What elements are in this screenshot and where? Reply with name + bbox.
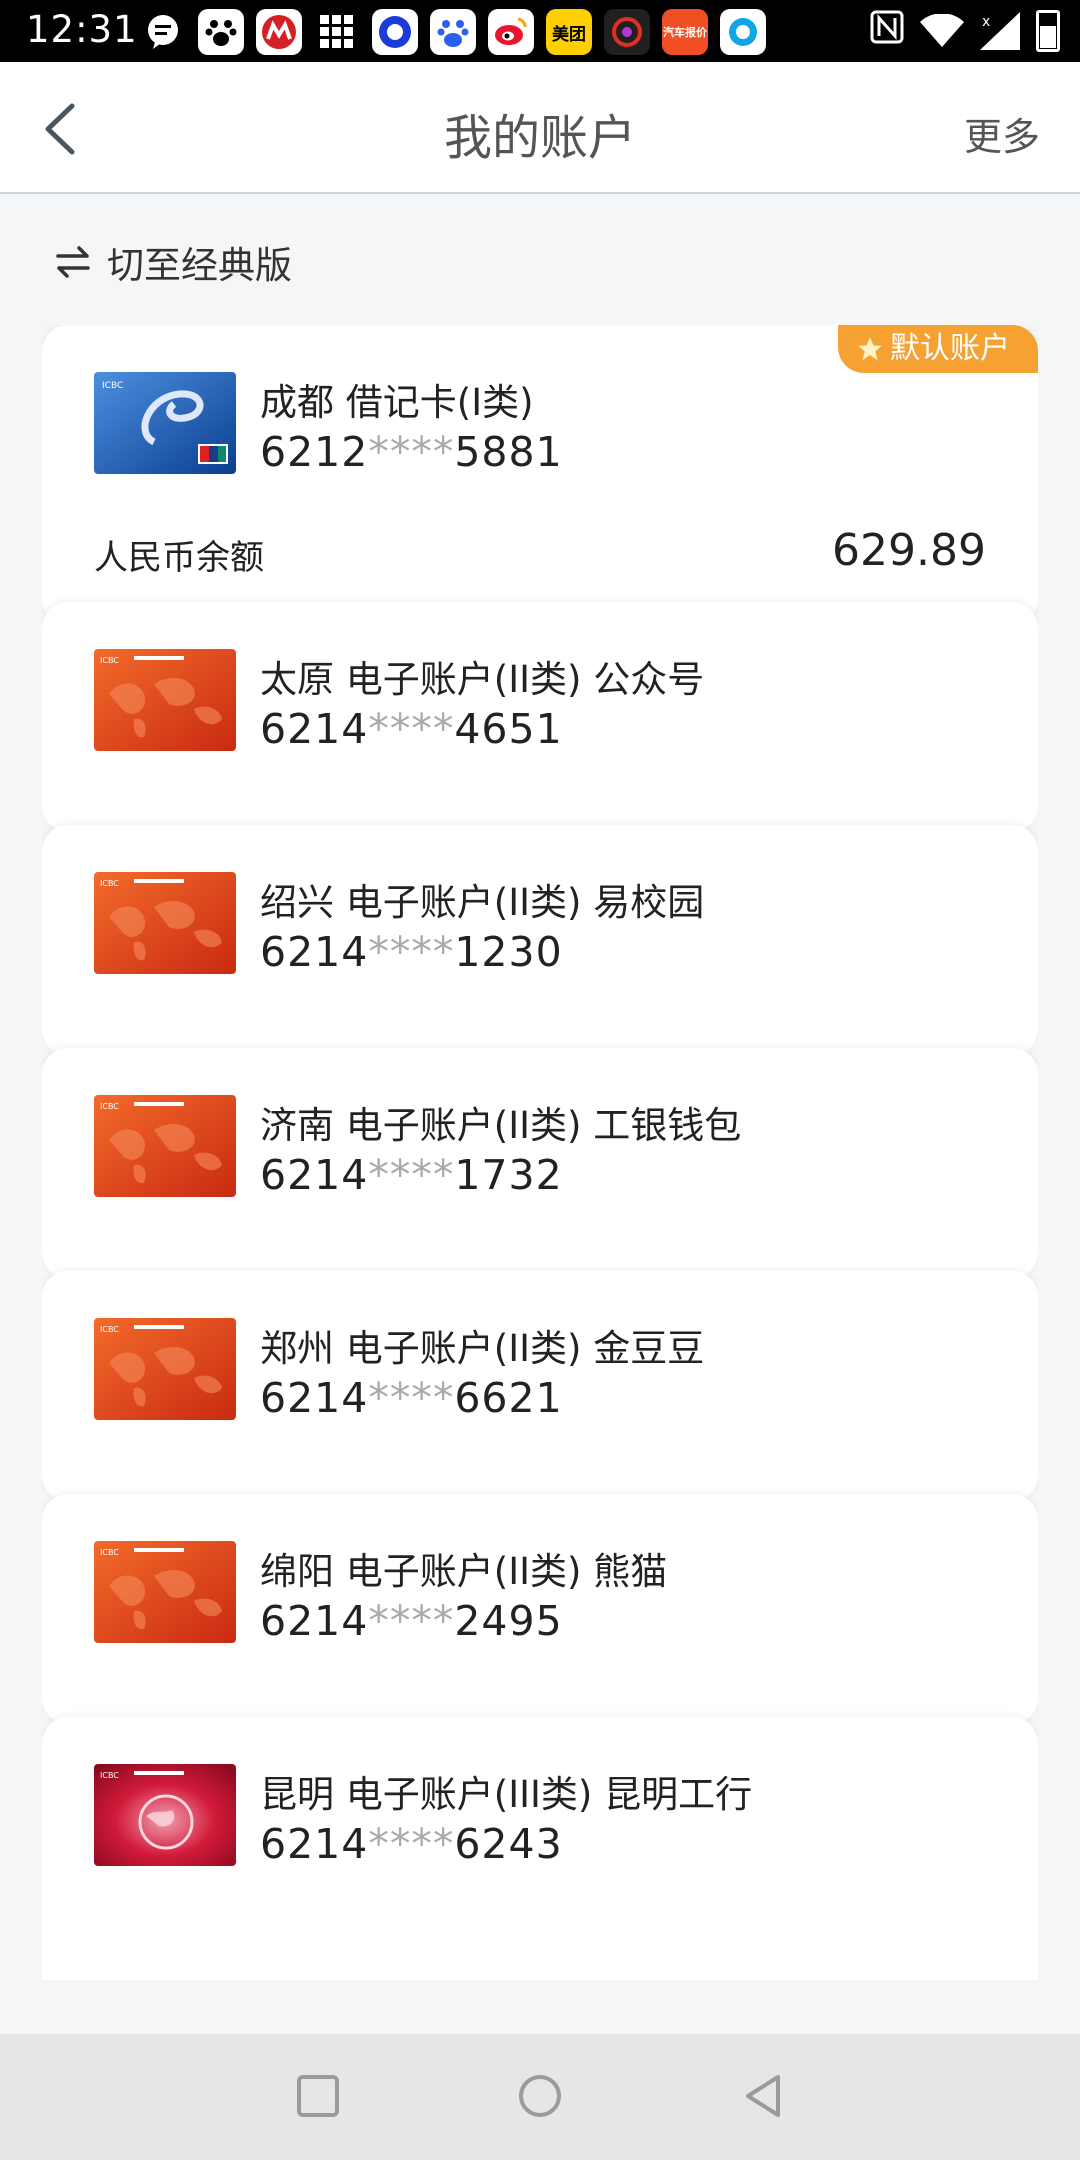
account-number-prefix: 6214 — [260, 1820, 369, 1868]
account-number-suffix: 2495 — [454, 1597, 563, 1645]
system-nav-bar — [0, 2034, 1080, 2160]
account-number-prefix: 6214 — [260, 1374, 369, 1422]
account-number-suffix: 6621 — [454, 1374, 563, 1422]
e-account-card-image: ICBC — [94, 1095, 236, 1197]
e-account-card-image: ICBC — [94, 872, 236, 974]
debit-card-image: ICBC — [94, 372, 236, 474]
account-number-mask: **** — [368, 1151, 455, 1199]
account-number: 6214****1230 — [260, 928, 563, 976]
weibo-icon — [488, 9, 534, 55]
signal-icon: x — [980, 12, 1020, 50]
svg-text:ICBC: ICBC — [100, 1102, 119, 1111]
star-icon — [858, 337, 882, 361]
e-account-card-image: ICBC — [94, 649, 236, 751]
header-bar: 我的账户 更多 — [0, 62, 1080, 194]
account-number-suffix: 5881 — [454, 428, 563, 476]
message-icon — [140, 9, 186, 55]
grid-apps-icon — [314, 9, 360, 55]
notification-icons: 美团 汽车报价 — [140, 9, 766, 55]
svg-text:ICBC: ICBC — [102, 381, 123, 391]
account-card[interactable]: ICBC 太原 电子账户(II类) 公众号 6214****4651 — [42, 602, 1038, 832]
account-name: 太原 电子账户(II类) 公众号 — [260, 658, 705, 701]
more-button[interactable]: 更多 — [964, 106, 1040, 161]
meituan-icon: 美团 — [546, 9, 592, 55]
account-number-mask: **** — [368, 428, 455, 476]
status-bar: 12:31 美团 汽车报价 x — [0, 0, 1080, 62]
account-card[interactable]: ICBC 绍兴 电子账户(II类) 易校园 6214****1230 — [42, 825, 1038, 1055]
account-number-mask: **** — [368, 1374, 455, 1422]
account-number: 6212****5881 — [260, 428, 563, 476]
cmb-icon — [256, 9, 302, 55]
circle-app-icon — [372, 9, 418, 55]
account-name: 昆明 电子账户(III类) 昆明工行 — [260, 1773, 753, 1816]
car-report-icon: 汽车报价 — [662, 9, 708, 55]
account-number: 6214****6621 — [260, 1374, 563, 1422]
account-list: 默认账户 ICBC 成都 借记卡(I类) 6212****5881 人民币余额 … — [42, 325, 1038, 1980]
account-number-prefix: 6212 — [260, 428, 369, 476]
account-number-prefix: 6214 — [260, 705, 369, 753]
balance-label: 人民币余额 — [94, 538, 264, 578]
switch-classic-label: 切至经典版 — [107, 244, 292, 287]
status-time: 12:31 — [26, 8, 138, 51]
account-number: 6214****2495 — [260, 1597, 563, 1645]
account-card[interactable]: ICBC 郑州 电子账户(II类) 金豆豆 6214****6621 — [42, 1271, 1038, 1501]
e-account-card-image: ICBC — [94, 1318, 236, 1420]
account-name: 济南 电子账户(II类) 工银钱包 — [260, 1104, 742, 1147]
account-number: 6214****4651 — [260, 705, 563, 753]
system-status-icons: x — [870, 8, 1060, 54]
pinduoduo-icon — [604, 9, 650, 55]
account-card[interactable]: ICBC 济南 电子账户(II类) 工银钱包 6214****1732 — [42, 1048, 1038, 1278]
home-icon[interactable] — [514, 2070, 566, 2122]
recent-apps-icon[interactable] — [292, 2070, 344, 2122]
e-account-card-image: ICBC — [94, 1764, 236, 1866]
svg-text:ICBC: ICBC — [100, 656, 119, 665]
default-account-badge: 默认账户 — [838, 325, 1038, 373]
bottom-spacer — [0, 1980, 1080, 2034]
account-card[interactable]: 默认账户 ICBC 成都 借记卡(I类) 6212****5881 人民币余额 … — [42, 325, 1038, 625]
account-number: 6214****1732 — [260, 1151, 563, 1199]
account-card[interactable]: ICBC 昆明 电子账户(III类) 昆明工行 6214****6243 — [42, 1717, 1038, 1980]
back-triangle-icon[interactable] — [738, 2070, 790, 2122]
nfc-icon — [870, 10, 904, 52]
switch-classic-button[interactable]: 切至经典版 — [55, 232, 292, 292]
balance-value: 629.89 — [832, 525, 986, 576]
account-number: 6214****6243 — [260, 1820, 563, 1868]
account-name: 郑州 电子账户(II类) 金豆豆 — [260, 1327, 705, 1370]
svg-text:x: x — [982, 14, 990, 30]
account-number-suffix: 4651 — [454, 705, 563, 753]
e-account-card-image: ICBC — [94, 1541, 236, 1643]
account-name: 绍兴 电子账户(II类) 易校园 — [260, 881, 705, 924]
swap-arrows-icon — [56, 246, 90, 278]
account-number-mask: **** — [368, 928, 455, 976]
meituan-text: 美团 — [552, 24, 586, 45]
account-number-suffix: 1230 — [454, 928, 563, 976]
battery-icon — [1036, 10, 1060, 52]
baidu-icon — [430, 9, 476, 55]
svg-text:ICBC: ICBC — [100, 1325, 119, 1334]
account-name: 成都 借记卡(I类) — [260, 381, 534, 424]
account-number-mask: **** — [368, 1597, 455, 1645]
browser-icon — [720, 9, 766, 55]
account-number-mask: **** — [368, 705, 455, 753]
car-report-text: 汽车报价 — [663, 26, 707, 39]
baidu-paw-icon — [198, 9, 244, 55]
page-title: 我的账户 — [443, 110, 636, 166]
svg-text:ICBC: ICBC — [100, 1548, 119, 1557]
account-number-suffix: 6243 — [454, 1820, 563, 1868]
default-account-label: 默认账户 — [890, 331, 1010, 366]
account-number-mask: **** — [368, 1820, 455, 1868]
wifi-icon — [920, 14, 964, 47]
account-number-suffix: 1732 — [454, 1151, 563, 1199]
svg-text:ICBC: ICBC — [100, 1771, 119, 1780]
account-number-prefix: 6214 — [260, 1151, 369, 1199]
account-number-prefix: 6214 — [260, 928, 369, 976]
account-card[interactable]: ICBC 绵阳 电子账户(II类) 熊猫 6214****2495 — [42, 1494, 1038, 1724]
svg-text:ICBC: ICBC — [100, 879, 119, 888]
account-name: 绵阳 电子账户(II类) 熊猫 — [260, 1550, 668, 1593]
account-number-prefix: 6214 — [260, 1597, 369, 1645]
